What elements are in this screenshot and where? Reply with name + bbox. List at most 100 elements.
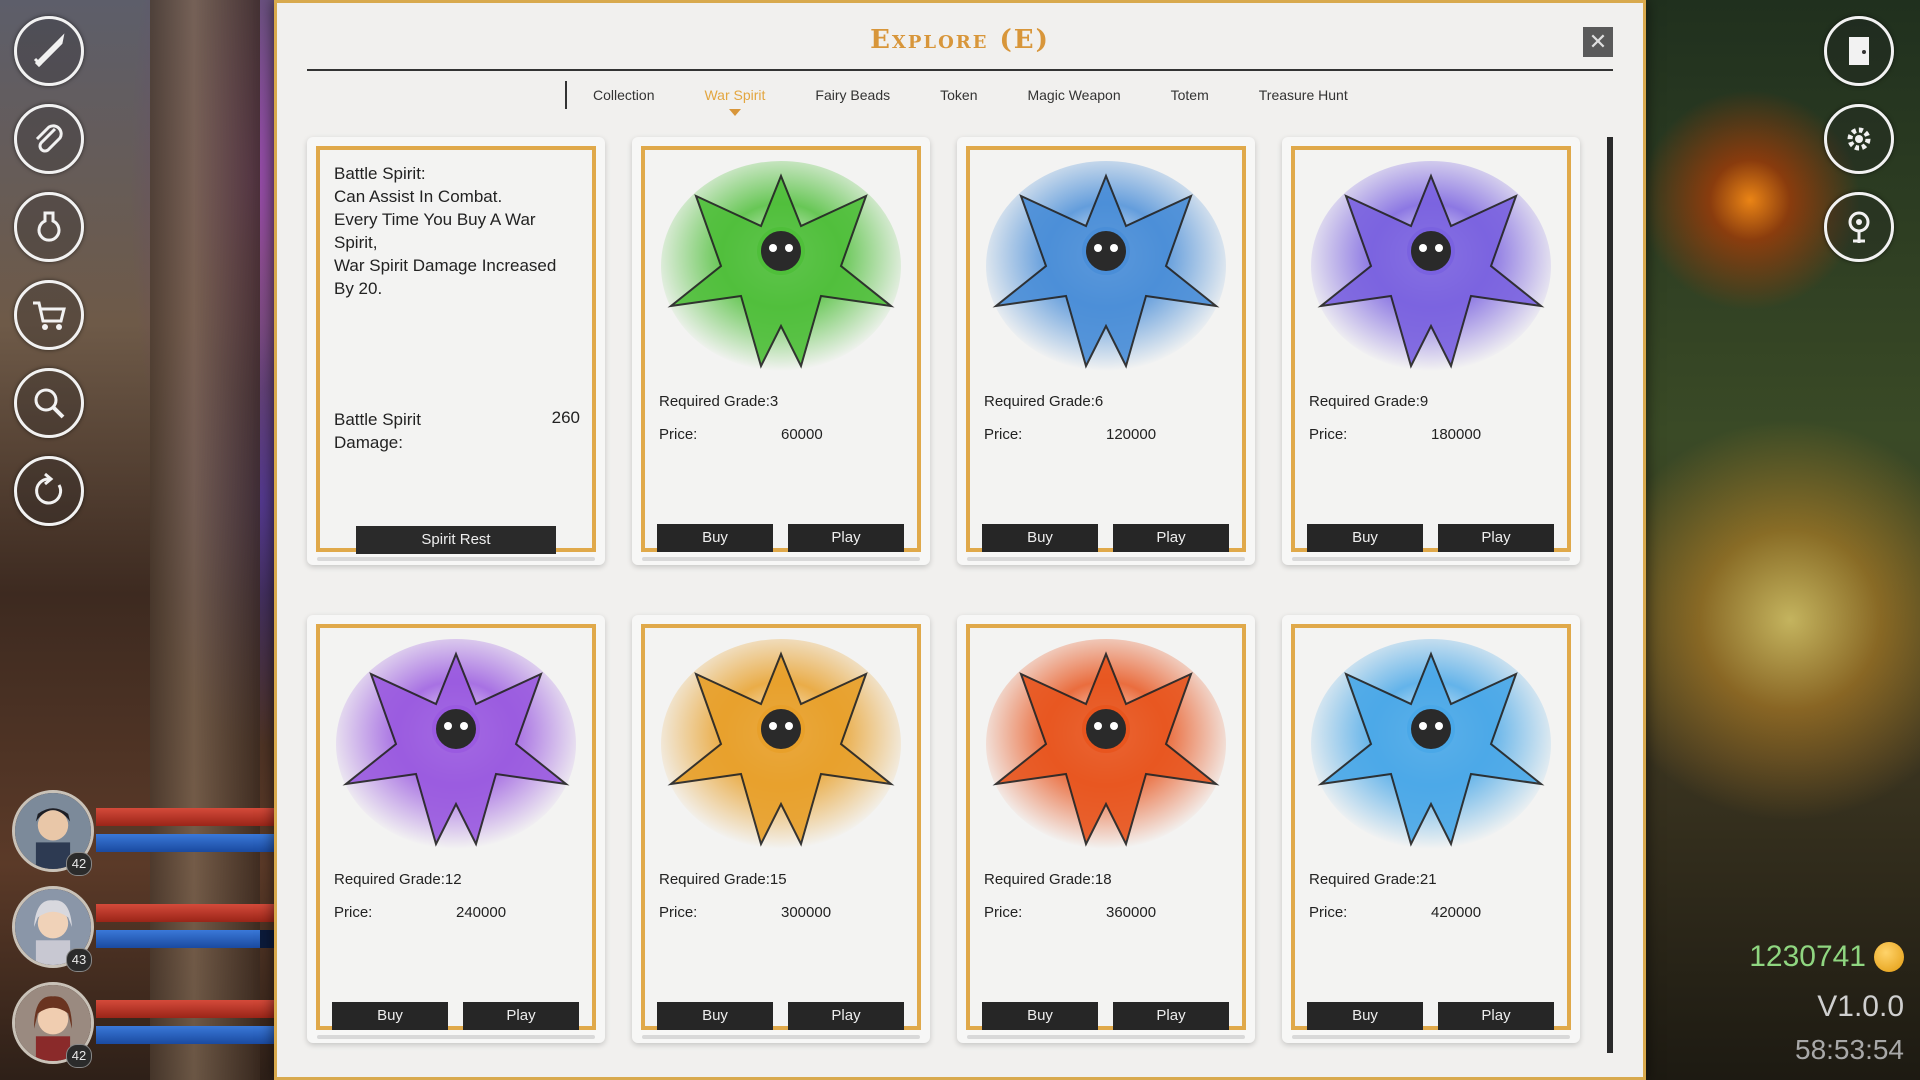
card-footer-line — [642, 1035, 920, 1039]
magnifier-icon[interactable] — [14, 368, 84, 438]
party-member[interactable]: 42 — [12, 790, 274, 886]
buy-button[interactable]: Buy — [1307, 524, 1423, 552]
paperclip-icon[interactable] — [14, 104, 84, 174]
required-grade: Required Grade:9 — [1309, 393, 1429, 410]
close-icon: ✕ — [1588, 29, 1608, 54]
war-spirit-image — [651, 634, 911, 862]
tab-collection[interactable]: Collection — [593, 83, 654, 107]
panel-header: Explore (E) ✕ Collection War Spirit Fair… — [277, 3, 1643, 137]
spirit-card-frame: Required Grade:3 Price: 60000 Buy Play — [641, 146, 921, 552]
spirit-card-frame: Required Grade:6 Price: 120000 Buy Play — [966, 146, 1246, 552]
spirit-card-frame: Required Grade:15 Price: 300000 Buy Play — [641, 624, 921, 1030]
card-footer-line — [1292, 557, 1570, 561]
price-value: 180000 — [1431, 426, 1482, 443]
party-member[interactable]: 42 — [12, 982, 274, 1078]
party-member[interactable]: 43 — [12, 886, 274, 982]
card-footer-line — [967, 1035, 1245, 1039]
buy-button[interactable]: Buy — [982, 524, 1098, 552]
coin-icon — [1874, 942, 1904, 972]
war-spirit-image — [326, 634, 586, 862]
price-label: Price: — [984, 904, 1023, 921]
price-value: 300000 — [781, 904, 832, 921]
info-card: Battle Spirit: Can Assist In Combat. Eve… — [307, 137, 605, 565]
play-button[interactable]: Play — [1438, 524, 1554, 552]
spirit-card: Required Grade:6 Price: 120000 Buy Play — [957, 137, 1255, 565]
spirit-card: Required Grade:18 Price: 360000 Buy Play — [957, 615, 1255, 1043]
required-grade: Required Grade:18 — [984, 871, 1112, 888]
mp-bar — [96, 834, 274, 852]
price-value: 120000 — [1106, 426, 1157, 443]
price-value: 60000 — [781, 426, 823, 443]
card-footer-line — [642, 557, 920, 561]
gold-counter: 1230741 — [1749, 940, 1904, 974]
potion-icon[interactable] — [14, 192, 84, 262]
tab-fairy-beads[interactable]: Fairy Beads — [815, 83, 890, 107]
right-sidebar — [1824, 16, 1900, 262]
door-icon[interactable] — [1824, 16, 1894, 86]
refresh-icon[interactable] — [14, 456, 84, 526]
play-button[interactable]: Play — [788, 1002, 904, 1030]
tab-treasure-hunt[interactable]: Treasure Hunt — [1259, 83, 1348, 107]
card-footer-line — [1292, 1035, 1570, 1039]
spirit-card: Required Grade:3 Price: 60000 Buy Play — [632, 137, 930, 565]
play-button[interactable]: Play — [463, 1002, 579, 1030]
spirit-grid: Battle Spirit: Can Assist In Combat. Eve… — [307, 137, 1580, 1043]
left-sidebar — [14, 16, 94, 526]
scrollbar[interactable] — [1607, 137, 1613, 1053]
price-label: Price: — [984, 426, 1023, 443]
required-grade: Required Grade:15 — [659, 871, 787, 888]
tab-token[interactable]: Token — [940, 83, 977, 107]
spirit-card-frame: Required Grade:21 Price: 420000 Buy Play — [1291, 624, 1571, 1030]
price-label: Price: — [659, 904, 698, 921]
session-clock: 58:53:54 — [1795, 1034, 1904, 1065]
panel-title: Explore (E) — [870, 25, 1050, 55]
play-button[interactable]: Play — [1438, 1002, 1554, 1030]
war-spirit-image — [1301, 634, 1561, 862]
title-divider — [307, 69, 1613, 71]
buy-button[interactable]: Buy — [332, 1002, 448, 1030]
buy-button[interactable]: Buy — [982, 1002, 1098, 1030]
close-button[interactable]: ✕ — [1583, 27, 1613, 57]
price-value: 360000 — [1106, 904, 1157, 921]
required-grade: Required Grade:12 — [334, 871, 462, 888]
play-button[interactable]: Play — [788, 524, 904, 552]
level-badge: 42 — [66, 1044, 92, 1068]
spirit-card-frame: Required Grade:9 Price: 180000 Buy Play — [1291, 146, 1571, 552]
cart-icon[interactable] — [14, 280, 84, 350]
spirit-card: Required Grade:15 Price: 300000 Buy Play — [632, 615, 930, 1043]
required-grade: Required Grade:3 — [659, 393, 779, 410]
mp-bar-fill — [96, 930, 260, 948]
spirit-card: Required Grade:21 Price: 420000 Buy Play — [1282, 615, 1580, 1043]
sword-icon[interactable] — [14, 16, 84, 86]
tab-bar: Collection War Spirit Fairy Beads Token … — [565, 81, 1398, 116]
tab-war-spirit[interactable]: War Spirit — [704, 83, 765, 116]
damage-value: 260 — [551, 408, 580, 427]
required-grade: Required Grade:21 — [1309, 871, 1437, 888]
hp-bar — [96, 808, 274, 826]
war-spirit-image — [976, 634, 1236, 862]
info-description: Battle Spirit: Can Assist In Combat. Eve… — [334, 164, 557, 298]
card-footer-line — [317, 1035, 595, 1039]
level-badge: 42 — [66, 852, 92, 876]
price-label: Price: — [1309, 904, 1348, 921]
mp-bar-fill — [96, 834, 274, 852]
tab-divider — [565, 81, 567, 109]
spirit-card: Required Grade:9 Price: 180000 Buy Play — [1282, 137, 1580, 565]
war-spirit-image — [1301, 156, 1561, 384]
play-button[interactable]: Play — [1113, 524, 1229, 552]
play-button[interactable]: Play — [1113, 1002, 1229, 1030]
level-badge: 43 — [66, 948, 92, 972]
map-pin-icon[interactable] — [1824, 192, 1894, 262]
buy-button[interactable]: Buy — [657, 1002, 773, 1030]
tab-totem[interactable]: Totem — [1171, 83, 1209, 107]
price-value: 420000 — [1431, 904, 1482, 921]
buy-button[interactable]: Buy — [1307, 1002, 1423, 1030]
spirit-card-frame: Required Grade:12 Price: 240000 Buy Play — [316, 624, 596, 1030]
buy-button[interactable]: Buy — [657, 524, 773, 552]
gear-icon[interactable] — [1824, 104, 1894, 174]
spirit-rest-button[interactable]: Spirit Rest — [356, 526, 556, 554]
hp-bar-fill — [96, 808, 274, 826]
version-label: V1.0.0 — [1817, 990, 1904, 1023]
hp-bar — [96, 1000, 274, 1018]
tab-magic-weapon[interactable]: Magic Weapon — [1027, 83, 1120, 107]
